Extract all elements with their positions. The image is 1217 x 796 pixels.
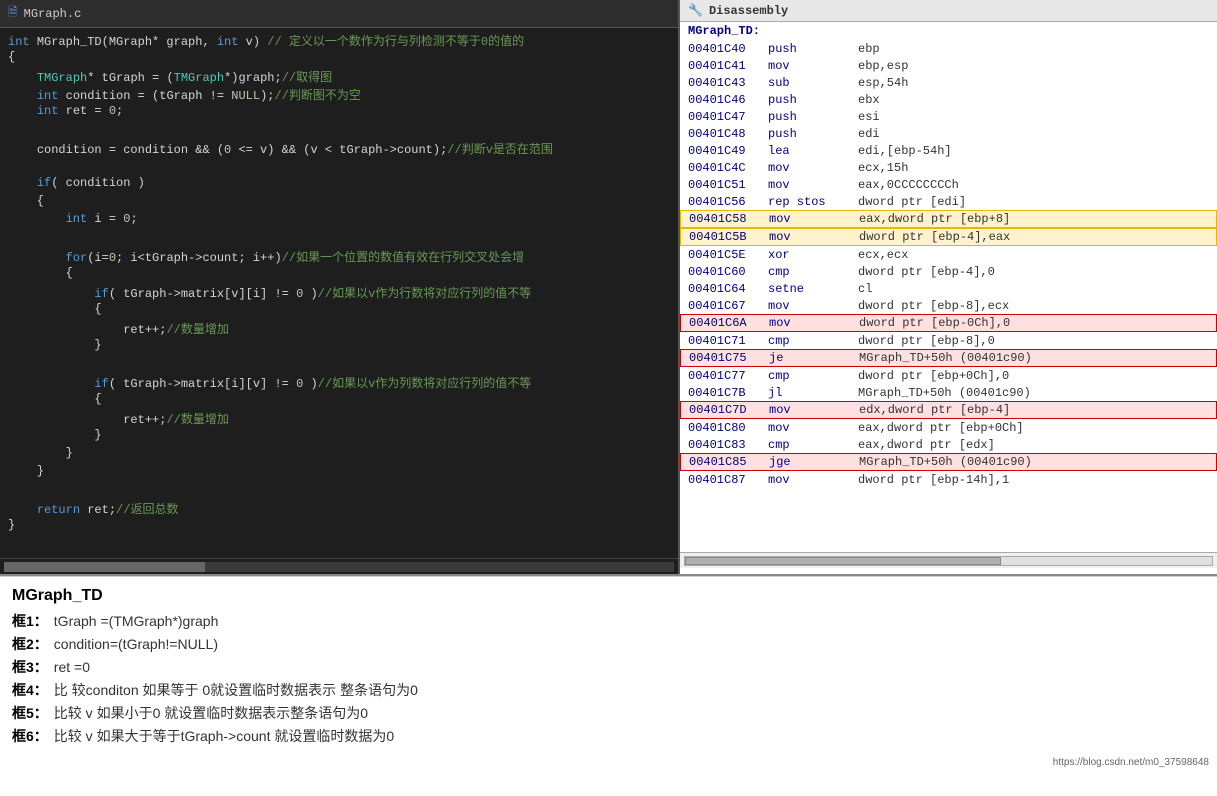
code-line: for(i=0; i<tGraph->count; i++)//如果一个位置的数… [0,248,678,266]
code-line: TMGraph* tGraph = (TMGraph*)graph;//取得图 [0,68,678,86]
disasm-panel: 🔧 Disassembly MGraph_TD: 00401C40 push e… [680,0,1217,574]
disasm-row: 00401C71 cmp dword ptr [ebp-8],0 [680,332,1217,349]
code-line: } [0,428,678,446]
code-line [0,122,678,140]
disasm-row: 00401C46 push ebx [680,91,1217,108]
disasm-row-highlighted-red: 00401C7D mov edx,dword ptr [ebp-4] [680,401,1217,419]
disasm-icon: 🔧 [688,3,703,18]
disasm-row: 00401C60 cmp dword ptr [ebp-4],0 [680,263,1217,280]
annotation-item-3: 框3： ret =0 [12,657,1205,677]
top-panel: 🗎 MGraph.c int MGraph_TD(MGraph* graph, … [0,0,1217,576]
annotation-text-2: condition=(tGraph!=NULL) [54,636,218,652]
code-content[interactable]: int MGraph_TD(MGraph* graph, int v) // 定… [0,28,678,558]
code-line: return ret;//返回总数 [0,500,678,518]
annotation-label-4: 框4： [12,680,48,700]
code-line: condition = condition && (0 <= v) && (v … [0,140,678,158]
code-line [0,230,678,248]
disasm-row-highlighted-red: 00401C75 je MGraph_TD+50h (00401c90) [680,349,1217,367]
disasm-row: 00401C7B jl MGraph_TD+50h (00401c90) [680,384,1217,401]
annotation-text-4: 比 较conditon 如果等于 0就设置临时数据表示 整条语句为0 [54,680,418,700]
code-line: int i = 0; [0,212,678,230]
code-line: { [0,392,678,410]
disasm-section-label: MGraph_TD: [680,22,1217,40]
code-line: { [0,50,678,68]
code-line: } [0,518,678,536]
annotation-item-4: 框4： 比 较conditon 如果等于 0就设置临时数据表示 整条语句为0 [12,680,1205,700]
code-line: int condition = (tGraph != NULL);//判断图不为… [0,86,678,104]
disasm-row: 00401C48 push edi [680,125,1217,142]
code-line: if( tGraph->matrix[v][i] != 0 )//如果以v作为行… [0,284,678,302]
code-scrollbar-thumb [4,562,205,572]
code-panel: 🗎 MGraph.c int MGraph_TD(MGraph* graph, … [0,0,680,574]
disasm-row: 00401C5E xor ecx,ecx [680,246,1217,263]
code-panel-title: MGraph.c [24,7,82,21]
disasm-row: 00401C67 mov dword ptr [ebp-8],ecx [680,297,1217,314]
annotation-label-6: 框6： [12,726,48,746]
disasm-row: 00401C64 setne cl [680,280,1217,297]
annotation-item-6: 框6： 比较 v 如果大于等于tGraph->count 就设置临时数据为0 [12,726,1205,746]
code-line [0,356,678,374]
annotation-item-5: 框5： 比较 v 如果小于0 就设置临时数据表示整条语句为0 [12,703,1205,723]
disasm-row: 00401C43 sub esp,54h [680,74,1217,91]
code-line: } [0,338,678,356]
annotation-label-3: 框3： [12,657,48,677]
code-line: int ret = 0; [0,104,678,122]
disasm-row: 00401C4C mov ecx,15h [680,159,1217,176]
annotation-label-5: 框5： [12,703,48,723]
file-icon: 🗎 [8,3,18,24]
disasm-row: 00401C80 mov eax,dword ptr [ebp+0Ch] [680,419,1217,436]
code-line [0,482,678,500]
disasm-row: 00401C56 rep stos dword ptr [edi] [680,193,1217,210]
disasm-header: 🔧 Disassembly [680,0,1217,22]
code-line: if( condition ) [0,176,678,194]
annotation-panel: MGraph_TD 框1： tGraph =(TMGraph*)graph 框2… [0,576,1217,796]
annotation-item-2: 框2： condition=(tGraph!=NULL) [12,634,1205,654]
code-line: if( tGraph->matrix[i][v] != 0 )//如果以v作为列… [0,374,678,392]
disasm-content[interactable]: MGraph_TD: 00401C40 push ebp 00401C41 mo… [680,22,1217,552]
code-line: int MGraph_TD(MGraph* graph, int v) // 定… [0,32,678,50]
disasm-title: Disassembly [709,4,788,18]
disasm-row: 00401C47 push esi [680,108,1217,125]
disasm-row-highlighted-red: 00401C6A mov dword ptr [ebp-0Ch],0 [680,314,1217,332]
disasm-row: 00401C87 mov dword ptr [ebp-14h],1 [680,471,1217,488]
watermark: https://blog.csdn.net/m0_37598648 [1053,757,1209,768]
code-line: { [0,266,678,284]
disasm-row: 00401C51 mov eax,0CCCCCCCCh [680,176,1217,193]
annotation-title: MGraph_TD [12,587,1205,605]
disasm-scrollbar[interactable] [680,552,1217,568]
code-scrollbar[interactable] [0,558,678,574]
disasm-row: 00401C40 push ebp [680,40,1217,57]
main-container: 🗎 MGraph.c int MGraph_TD(MGraph* graph, … [0,0,1217,796]
disasm-row: 00401C83 cmp eax,dword ptr [edx] [680,436,1217,453]
disasm-row-highlighted-red: 00401C85 jge MGraph_TD+50h (00401c90) [680,453,1217,471]
code-line: { [0,194,678,212]
annotation-text-3: ret =0 [54,659,90,675]
annotation-label-2: 框2： [12,634,48,654]
code-line: ret++;//数量增加 [0,410,678,428]
disasm-scrollbar-thumb [685,557,1001,565]
code-line: } [0,464,678,482]
code-scrollbar-track [4,562,674,572]
disasm-row: 00401C49 lea edi,[ebp-54h] [680,142,1217,159]
code-line: { [0,302,678,320]
disasm-row: 00401C77 cmp dword ptr [ebp+0Ch],0 [680,367,1217,384]
annotation-label-1: 框1： [12,611,48,631]
code-line: ret++;//数量增加 [0,320,678,338]
code-panel-header: 🗎 MGraph.c [0,0,678,28]
code-line: } [0,446,678,464]
annotation-item-1: 框1： tGraph =(TMGraph*)graph [12,611,1205,631]
disasm-scrollbar-track [684,556,1213,566]
annotation-text-6: 比较 v 如果大于等于tGraph->count 就设置临时数据为0 [54,726,394,746]
disasm-row: 00401C41 mov ebp,esp [680,57,1217,74]
annotation-text-1: tGraph =(TMGraph*)graph [54,613,219,629]
disasm-row-highlighted-yellow: 00401C5B mov dword ptr [ebp-4],eax [680,228,1217,246]
code-line [0,158,678,176]
disasm-row-highlighted-yellow: 00401C58 mov eax,dword ptr [ebp+8] [680,210,1217,228]
annotation-text-5: 比较 v 如果小于0 就设置临时数据表示整条语句为0 [54,703,368,723]
